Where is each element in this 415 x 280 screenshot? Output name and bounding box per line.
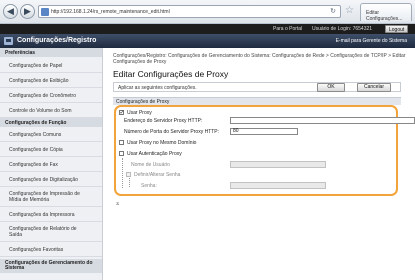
favorite-star-icon[interactable]: ☆ [345, 5, 354, 17]
sidebar-item-printer[interactable]: Configurações da Impressora [0, 207, 102, 222]
http-proxy-address-label: Endereço do Servidor Proxy HTTP: [124, 118, 203, 124]
set-password-label: Definir/Alterar Senha [134, 172, 181, 178]
sidebar-item-label: Configurações Favoritas [9, 247, 64, 253]
site-favicon-icon [41, 8, 49, 16]
sidebar-item-paper[interactable]: Configurações de Papel [0, 58, 102, 73]
page-title: Editar Configurações de Proxy [113, 69, 229, 79]
forward-icon[interactable]: ▶ [20, 4, 35, 19]
http-proxy-port-input[interactable]: 80 [230, 128, 298, 135]
sidebar-item-memory-media-print[interactable]: Configurações de Impressão de Mídia de Me… [0, 187, 102, 207]
cancel-button[interactable]: Cancelar [357, 83, 391, 92]
sidebar-item-favorites[interactable]: Configurações Favoritas [0, 242, 102, 257]
browser-tab[interactable]: Editar Configurações... [360, 3, 412, 22]
sidebar-item-label: Configurações de Fax [9, 162, 58, 168]
portal-link[interactable]: Para o Portal [273, 26, 302, 32]
proxy-auth-label: Usar Autenticação Proxy [127, 151, 182, 157]
sidebar-item-label: Configurações de Cronômetro [9, 93, 76, 99]
use-proxy-checkbox[interactable] [119, 109, 125, 116]
sidebar-item-fax[interactable]: Configurações de Fax [0, 157, 102, 172]
sidebar-item-label: Configurações de Cópia [9, 147, 63, 153]
same-domain-checkbox[interactable] [119, 140, 124, 145]
login-user-label: Usuário de Login: 7654321 [312, 26, 373, 32]
sidebar-item-label: Configurações de Papel [9, 63, 63, 69]
sidebar-item-label: Configurações Comuns [9, 132, 62, 138]
breadcrumb: Configurações/Registro: Configurações de… [113, 53, 406, 65]
sidebar-item-label: Configurações da Impressora [9, 212, 75, 218]
url-field[interactable]: http://192.168.1.24/rs_remote_maintenanc… [38, 5, 341, 18]
back-to-top-icon[interactable]: ⌅ [115, 200, 120, 207]
sidebar-item-label: Controle do Volume do Som [9, 108, 72, 114]
settings-logo-icon [4, 37, 13, 45]
ok-button[interactable]: OK [317, 83, 345, 92]
sidebar-section-system-management: Configurações de Gerenciamento do Sistem… [0, 259, 102, 273]
sidebar-item-common[interactable]: Configurações Comuns [0, 127, 102, 142]
notice-text: Aplicar as seguintes configurações. [118, 85, 197, 91]
use-proxy-label: Usar Proxy [127, 110, 152, 116]
tab-title: Editar Configurações... [366, 10, 403, 22]
sidebar-item-volume[interactable]: Controle do Volume do Som [0, 103, 102, 118]
sidebar-item-timer[interactable]: Configurações de Cronômetro [0, 88, 102, 103]
sidebar-item-display[interactable]: Configurações de Exibição [0, 73, 102, 88]
http-proxy-port-label: Número de Porta do Servidor Proxy HTTP: [124, 129, 220, 135]
indent-guide-2 [129, 178, 130, 187]
password-label: Senha: [141, 183, 157, 189]
proxy-auth-checkbox[interactable] [119, 151, 124, 156]
http-proxy-address-input[interactable] [230, 117, 415, 124]
username-input[interactable] [230, 161, 326, 168]
password-input[interactable] [230, 182, 326, 189]
sidebar-item-copy[interactable]: Configurações de Cópia [0, 142, 102, 157]
sidebar-item-label-2: Saída [9, 232, 23, 238]
logout-button[interactable]: Logout [385, 25, 409, 33]
sidebar-item-label: Configurações de Digitalização [9, 177, 78, 183]
sidebar-item-label: Configurações de Exibição [9, 78, 69, 84]
mail-admin-link[interactable]: E-mail para Gerente do Sistema [336, 38, 407, 44]
reload-icon[interactable]: ↻ [330, 8, 336, 16]
browser-address-bar: ◀ ▶ http://192.168.1.24/rs_remote_mainte… [0, 0, 415, 24]
main-content: Configurações/Registro: Configurações de… [104, 48, 415, 280]
sidebar-section-preferences: Preferências [0, 48, 102, 57]
set-password-checkbox[interactable] [126, 172, 131, 177]
sidebar-item-scan[interactable]: Configurações de Digitalização [0, 172, 102, 187]
sidebar-item-label-2: Mídia de Memória [9, 197, 50, 203]
username-label: Nome de Usuário [131, 162, 170, 168]
section-header-proxy: Configurações de Proxy [113, 97, 401, 105]
url-text: http://192.168.1.24/rs_remote_maintenanc… [51, 9, 170, 15]
page-header: Configurações/Registro E-mail para Geren… [0, 34, 415, 48]
sidebar-item-report-output[interactable]: Configurações de Relatório de Saída [0, 222, 102, 242]
same-domain-label: Usar Proxy no Mesmo Domínio [127, 140, 197, 146]
sidebar: Preferências Configurações de Papel Conf… [0, 48, 103, 280]
header-title: Configurações/Registro [17, 37, 97, 44]
indent-guide [122, 158, 123, 188]
top-utility-bar: Para o Portal Usuário de Login: 7654321 … [0, 24, 415, 34]
sidebar-section-functions: Configurações de Função [0, 118, 102, 127]
back-icon[interactable]: ◀ [3, 4, 18, 19]
